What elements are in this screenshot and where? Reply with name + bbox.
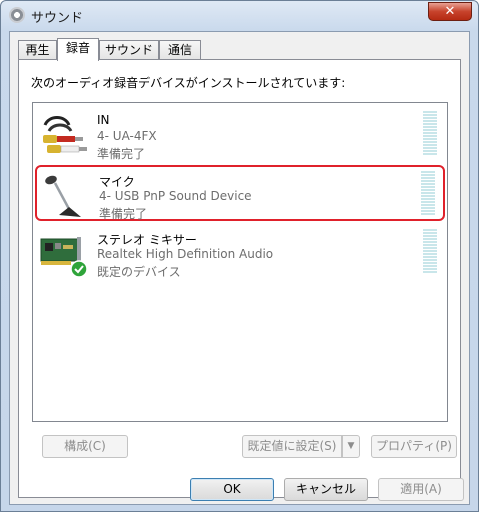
speaker-icon bbox=[9, 7, 25, 23]
apply-button[interactable]: 適用(A) bbox=[378, 478, 464, 501]
device-status: 準備完了 bbox=[97, 147, 146, 161]
device-status: 準備完了 bbox=[99, 207, 148, 221]
level-meter bbox=[421, 171, 435, 215]
configure-button[interactable]: 構成(C) bbox=[42, 435, 128, 458]
instruction-text: 次のオーディオ録音デバイスがインストールされています: bbox=[31, 76, 346, 90]
microphone-icon bbox=[41, 171, 93, 223]
set-default-dropdown-arrow[interactable]: ▼ bbox=[342, 435, 360, 458]
window-title: サウンド bbox=[31, 11, 84, 26]
cancel-button[interactable]: キャンセル bbox=[284, 478, 368, 501]
device-item-stereo-mixer[interactable]: ステレオ ミキサー Realtek High Definition Audio … bbox=[35, 225, 445, 281]
device-name: ステレオ ミキサー bbox=[97, 233, 197, 247]
set-default-button[interactable]: 既定値に設定(S) bbox=[242, 435, 342, 458]
level-meter bbox=[423, 111, 437, 155]
tab-playback[interactable]: 再生 bbox=[18, 40, 57, 60]
sound-dialog: サウンド ✕ 再生 録音 サウンド 通信 次のオーディオ録音デバイスがインストー… bbox=[0, 0, 479, 512]
sound-card-default-icon bbox=[39, 229, 91, 281]
rca-cable-icon bbox=[39, 111, 91, 163]
device-subtitle: Realtek High Definition Audio bbox=[97, 247, 274, 261]
close-button[interactable]: ✕ bbox=[428, 2, 472, 21]
recording-tab-panel: 次のオーディオ録音デバイスがインストールされています: IN 4- UA-4FX… bbox=[18, 59, 461, 498]
device-subtitle: 4- UA-4FX bbox=[97, 129, 157, 143]
device-name: IN bbox=[97, 113, 110, 127]
dialog-client-area: 再生 録音 サウンド 通信 次のオーディオ録音デバイスがインストールされています… bbox=[9, 31, 470, 505]
device-item-microphone[interactable]: マイク 4- USB PnP Sound Device 準備完了 bbox=[35, 165, 445, 221]
properties-button[interactable]: プロパティ(P) bbox=[371, 435, 457, 458]
recording-device-list[interactable]: IN 4- UA-4FX 準備完了 マイク 4- USB PnP Sound D… bbox=[32, 102, 448, 422]
device-status: 既定のデバイス bbox=[97, 265, 181, 279]
device-subtitle: 4- USB PnP Sound Device bbox=[99, 189, 252, 203]
device-name: マイク bbox=[99, 175, 135, 189]
tab-recording[interactable]: 録音 bbox=[57, 38, 99, 61]
title-bar[interactable]: サウンド ✕ bbox=[1, 1, 478, 29]
tab-sounds[interactable]: サウンド bbox=[99, 40, 159, 60]
tab-communications[interactable]: 通信 bbox=[159, 40, 201, 60]
ok-button[interactable]: OK bbox=[190, 478, 274, 501]
device-item-in[interactable]: IN 4- UA-4FX 準備完了 bbox=[35, 107, 445, 163]
level-meter bbox=[423, 229, 437, 273]
